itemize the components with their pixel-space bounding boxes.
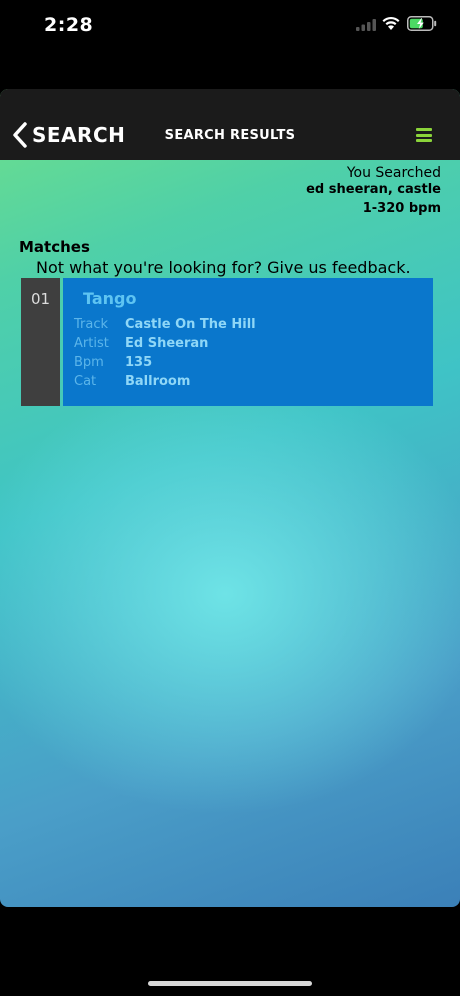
- searched-bpm-range: 1-320 bpm: [362, 201, 441, 216]
- searched-label: You Searched: [346, 165, 441, 181]
- result-card: Tango Track Castle On The Hill Artist Ed…: [63, 278, 433, 406]
- result-field-artist: Artist Ed Sheeran: [74, 336, 424, 355]
- field-value: 135: [125, 355, 153, 370]
- result-dance-name: Tango: [83, 289, 137, 308]
- field-value: Ed Sheeran: [125, 336, 209, 351]
- result-field-bpm: Bpm 135: [74, 355, 424, 374]
- field-label: Bpm: [74, 355, 104, 370]
- feedback-link[interactable]: Not what you're looking for? Give us fee…: [36, 258, 411, 277]
- home-indicator[interactable]: [148, 981, 312, 986]
- result-field-category: Cat Ballroom: [74, 374, 424, 393]
- field-value: Castle On The Hill: [125, 317, 256, 332]
- battery-charging-icon: [407, 16, 437, 31]
- hamburger-menu-icon[interactable]: [416, 128, 432, 142]
- app-screen: 2:28 SEARCH SEARCH RESULTS You Searched …: [0, 0, 460, 996]
- status-bar: 2:28: [0, 0, 460, 50]
- field-value: Ballroom: [125, 374, 191, 389]
- field-label: Cat: [74, 374, 97, 389]
- nav-bar: SEARCH SEARCH RESULTS: [0, 89, 460, 160]
- signal-icon: [356, 19, 376, 31]
- result-field-track: Track Castle On The Hill: [74, 317, 424, 336]
- page-title: SEARCH RESULTS: [164, 128, 296, 143]
- result-row[interactable]: 01 Tango Track Castle On The Hill Artist…: [21, 278, 433, 406]
- searched-query: ed sheeran, castle: [306, 182, 441, 197]
- result-index: 01: [21, 278, 60, 406]
- matches-heading: Matches: [19, 238, 90, 256]
- status-time: 2:28: [44, 14, 94, 36]
- field-label: Artist: [74, 336, 109, 351]
- field-label: Track: [74, 317, 109, 332]
- wifi-icon: [382, 16, 400, 30]
